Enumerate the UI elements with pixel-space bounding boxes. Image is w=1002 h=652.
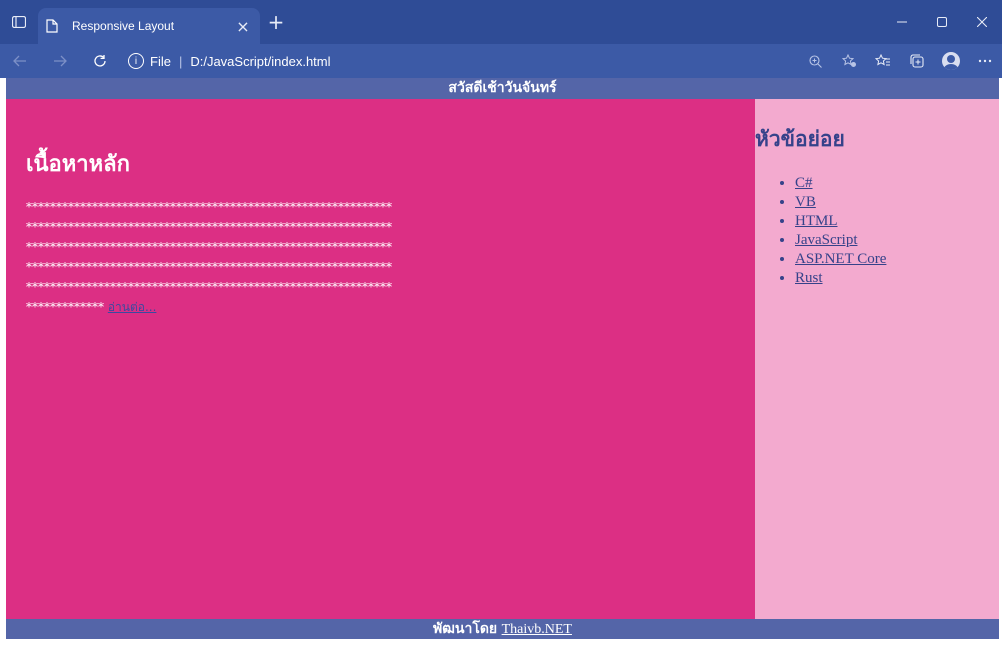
refresh-icon[interactable] xyxy=(80,44,120,78)
url-text: D:/JavaScript/index.html xyxy=(190,53,331,69)
list-item: VB xyxy=(795,193,999,212)
forward-icon[interactable] xyxy=(40,44,80,78)
main-text: ****************************************… xyxy=(26,197,735,317)
address-bar: i File | D:/JavaScript/index.html xyxy=(0,44,1002,78)
favorites-icon[interactable] xyxy=(866,44,900,78)
tab-actions-icon[interactable] xyxy=(0,0,38,44)
sidebar: หัวข้อย่อย C# VB HTML JavaScript ASP.NET… xyxy=(755,99,999,619)
main-heading: เนื้อหาหลัก xyxy=(26,152,130,177)
url-field[interactable]: i File | D:/JavaScript/index.html xyxy=(128,53,331,69)
topic-link-javascript[interactable]: JavaScript xyxy=(795,232,857,248)
footer-link[interactable]: Thaivb.NET xyxy=(502,622,572,637)
topic-link-aspnet-core[interactable]: ASP.NET Core xyxy=(795,251,886,267)
page-icon xyxy=(46,19,64,33)
page-header: สวัสดีเช้าวันจันทร์ xyxy=(6,78,999,99)
title-bar: Responsive Layout × + xyxy=(0,0,1002,44)
back-icon[interactable] xyxy=(0,44,40,78)
tab-title: Responsive Layout xyxy=(72,19,175,33)
tab-close-icon[interactable]: × xyxy=(234,17,252,36)
maximize-icon[interactable] xyxy=(922,0,962,44)
star-line: ****************************************… xyxy=(26,260,392,274)
star-line-last: ************* อ่านต่อ... xyxy=(26,297,735,317)
url-scheme: File xyxy=(150,53,171,69)
minimize-icon[interactable] xyxy=(882,0,922,44)
url-separator: | xyxy=(178,53,183,69)
avatar xyxy=(942,52,960,70)
star-line: ****************************************… xyxy=(26,240,392,254)
browser-window: Responsive Layout × + i File | D:/JavaSc… xyxy=(0,0,1002,652)
star-line: ****************************************… xyxy=(26,220,392,234)
list-item: JavaScript xyxy=(795,231,999,250)
add-favorite-icon[interactable] xyxy=(832,44,866,78)
sidebar-heading: หัวข้อย่อย xyxy=(755,127,845,151)
read-more-link[interactable]: อ่านต่อ... xyxy=(108,300,157,314)
new-tab-button[interactable]: + xyxy=(260,0,292,44)
star-line: ****************************************… xyxy=(26,200,392,214)
star-line: ****************************************… xyxy=(26,280,392,294)
profile-icon[interactable] xyxy=(934,44,968,78)
list-item: C# xyxy=(795,174,999,193)
footer-label: พัฒนาโดย xyxy=(433,621,498,637)
web-page: สวัสดีเช้าวันจันทร์ เนื้อหาหลัก ********… xyxy=(6,78,999,652)
topic-link-vb[interactable]: VB xyxy=(795,194,816,210)
close-window-icon[interactable] xyxy=(962,0,1002,44)
toolbar-right xyxy=(798,44,1002,78)
topic-link-csharp[interactable]: C# xyxy=(795,175,813,191)
info-icon[interactable]: i xyxy=(128,53,144,69)
tab-active[interactable]: Responsive Layout × xyxy=(38,8,260,44)
zoom-icon[interactable] xyxy=(798,44,832,78)
list-item: Rust xyxy=(795,269,999,288)
star-line-last-text: ************* xyxy=(26,300,104,314)
main-content: เนื้อหาหลัก ****************************… xyxy=(6,99,755,619)
topic-link-rust[interactable]: Rust xyxy=(795,270,823,286)
topic-link-html[interactable]: HTML xyxy=(795,213,838,229)
page-footer: พัฒนาโดย Thaivb.NET xyxy=(6,619,999,639)
collections-icon[interactable] xyxy=(900,44,934,78)
window-controls xyxy=(882,0,1002,44)
topic-list: C# VB HTML JavaScript ASP.NET Core Rust xyxy=(755,174,999,288)
list-item: HTML xyxy=(795,212,999,231)
more-menu-icon[interactable] xyxy=(968,44,1002,78)
list-item: ASP.NET Core xyxy=(795,250,999,269)
